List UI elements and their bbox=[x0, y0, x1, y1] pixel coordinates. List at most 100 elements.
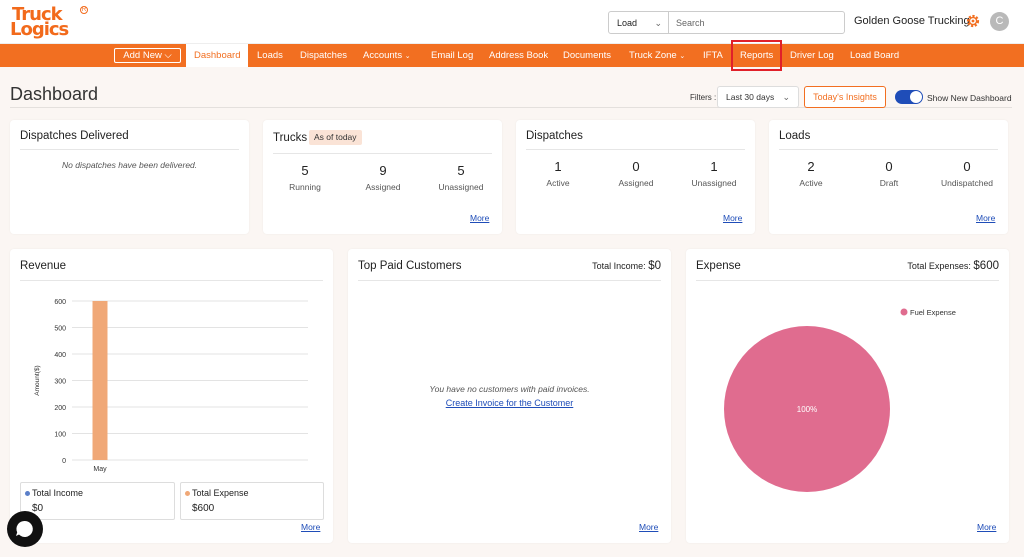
user-avatar[interactable]: C bbox=[990, 12, 1009, 31]
y-tick-label: 500 bbox=[54, 326, 66, 333]
card-title: Expense bbox=[696, 260, 741, 272]
toggle-label: Show New Dashboard bbox=[927, 93, 1012, 103]
create-invoice-link[interactable]: Create Invoice for the Customer bbox=[348, 398, 671, 408]
chevron-down-icon: ⌵ bbox=[164, 50, 172, 61]
card-divider bbox=[20, 149, 239, 150]
nav-truck-zone[interactable]: Truck Zone ⌄ bbox=[629, 44, 685, 67]
stat-label: Active bbox=[546, 178, 570, 188]
stat-label: Active bbox=[799, 178, 823, 188]
total-income: Total Income: $0 bbox=[592, 260, 661, 272]
add-new-button[interactable]: Add New ⌵ bbox=[114, 48, 181, 63]
stat-label: Assigned bbox=[365, 182, 401, 192]
legend-total-income: Total Income $0 bbox=[20, 482, 175, 520]
legend-fuel-dot bbox=[900, 308, 908, 316]
y-tick-label: 600 bbox=[54, 299, 66, 306]
stat-label: Running bbox=[289, 182, 321, 192]
nav-loads[interactable]: Loads bbox=[257, 44, 283, 67]
chat-widget-button[interactable] bbox=[7, 511, 43, 547]
nav-truck-zone-label: Truck Zone bbox=[629, 50, 677, 61]
card-title: Top Paid Customers bbox=[358, 260, 462, 272]
pie-slice-label: 100% bbox=[797, 405, 817, 414]
stat-label: Unassigned bbox=[438, 182, 484, 192]
total-expenses: Total Expenses: $600 bbox=[907, 260, 999, 272]
stat-value: 1 bbox=[554, 159, 562, 174]
stat-label: Unassigned bbox=[691, 178, 737, 188]
legend-income-text: Total Income bbox=[32, 488, 84, 498]
card-divider bbox=[696, 280, 999, 281]
more-link[interactable]: More bbox=[639, 522, 658, 532]
stat-label: Draft bbox=[879, 178, 899, 188]
nav-load-board[interactable]: Load Board bbox=[850, 44, 899, 67]
stat-unassigned: 1 Unassigned bbox=[674, 159, 754, 188]
stat-active: 1 Active bbox=[518, 159, 598, 188]
more-link[interactable]: More bbox=[977, 522, 996, 532]
y-tick-label: 400 bbox=[54, 352, 66, 359]
chevron-down-icon: ⌄ bbox=[782, 92, 790, 102]
brand-logo[interactable]: Truck Logics R bbox=[10, 6, 88, 40]
dispatches-delivered-card: Dispatches Delivered No dispatches have … bbox=[10, 120, 249, 234]
stat-assigned: 0 Assigned bbox=[596, 159, 676, 188]
card-divider bbox=[526, 149, 745, 150]
legend-total-expense: Total Expense $600 bbox=[180, 482, 324, 520]
more-link[interactable]: More bbox=[470, 213, 489, 223]
chevron-down-icon: ⌄ bbox=[654, 18, 662, 28]
chevron-down-icon: ⌄ bbox=[404, 53, 411, 60]
chevron-down-icon: ⌄ bbox=[679, 53, 686, 60]
expense-pie-chart: 100% Fuel Expense bbox=[724, 308, 956, 492]
page-title: Dashboard bbox=[10, 84, 99, 104]
nav-email-log[interactable]: Email Log bbox=[431, 44, 473, 67]
expense-dot bbox=[185, 491, 190, 497]
legend-expense-text: Total Expense bbox=[192, 488, 249, 498]
todays-insights-button[interactable]: Today's Insights bbox=[804, 86, 886, 108]
card-title: Dispatches Delivered bbox=[20, 130, 129, 142]
nav-dispatches[interactable]: Dispatches bbox=[300, 44, 347, 67]
nav-address-book[interactable]: Address Book bbox=[489, 44, 548, 67]
nav-dashboard[interactable]: Dashboard bbox=[186, 44, 249, 67]
more-link[interactable]: More bbox=[301, 522, 320, 532]
filters-label: Filters : bbox=[690, 93, 717, 102]
income-dot bbox=[25, 491, 30, 497]
nav-ifta[interactable]: IFTA bbox=[703, 44, 723, 67]
stat-value: 5 bbox=[301, 163, 309, 178]
empty-message: You have no customers with paid invoices… bbox=[429, 384, 590, 394]
logo-line2: Logics bbox=[10, 19, 69, 40]
total-income-value: $0 bbox=[648, 260, 661, 272]
main-nav: Add New ⌵ Dashboard Loads Dispatches Acc… bbox=[0, 44, 1024, 67]
company-name: Golden Goose Trucking bbox=[854, 15, 970, 27]
gear-icon[interactable] bbox=[965, 13, 981, 29]
nav-accounts[interactable]: Accounts ⌄ bbox=[363, 44, 411, 67]
new-dashboard-toggle[interactable] bbox=[895, 90, 923, 104]
stat-value: 2 bbox=[807, 159, 815, 174]
y-tick-label: 0 bbox=[62, 458, 66, 465]
search-bar: Load ⌄ bbox=[608, 11, 845, 34]
more-link[interactable]: More bbox=[723, 213, 742, 223]
search-type-value: Load bbox=[617, 17, 638, 28]
date-range-select[interactable]: Last 30 days ⌄ bbox=[717, 86, 799, 108]
nav-driver-log[interactable]: Driver Log bbox=[790, 44, 834, 67]
toggle-knob bbox=[910, 91, 922, 103]
stat-value: 9 bbox=[379, 163, 387, 178]
nav-documents[interactable]: Documents bbox=[563, 44, 611, 67]
legend-value: $600 bbox=[192, 503, 215, 514]
card-title: Loads bbox=[779, 130, 811, 142]
trucks-card: Trucks As of today 5 Running 9 Assigned … bbox=[263, 120, 502, 234]
chat-bubble-icon bbox=[16, 520, 33, 537]
expense-card: Expense Total Expenses: $600 100% Fuel Ex… bbox=[686, 249, 1009, 543]
x-tick-label: May bbox=[93, 466, 107, 473]
card-title: Dispatches bbox=[526, 130, 583, 142]
stat-value: 0 bbox=[885, 159, 893, 174]
revenue-bar-chart: 0 100 200 300 400 500 600 Amount($) May bbox=[34, 299, 308, 473]
date-range-value: Last 30 days bbox=[726, 92, 775, 102]
loads-card: Loads 2 Active 0 Draft 0 Undispatched Mo… bbox=[769, 120, 1008, 234]
search-input[interactable] bbox=[669, 12, 844, 33]
card-divider bbox=[779, 149, 998, 150]
total-expenses-label: Total Expenses: bbox=[907, 261, 971, 271]
top-header: Truck Logics R Load ⌄ Golden Goose Truck… bbox=[0, 0, 1024, 44]
stat-running: 5 Running bbox=[265, 163, 345, 192]
more-link[interactable]: More bbox=[976, 213, 995, 223]
total-income-label: Total Income: bbox=[592, 261, 646, 271]
add-new-label: Add New bbox=[123, 50, 162, 61]
search-type-select[interactable]: Load ⌄ bbox=[609, 12, 669, 33]
stat-undispatched: 0 Undispatched bbox=[927, 159, 1007, 188]
total-expenses-value: $600 bbox=[973, 260, 999, 272]
